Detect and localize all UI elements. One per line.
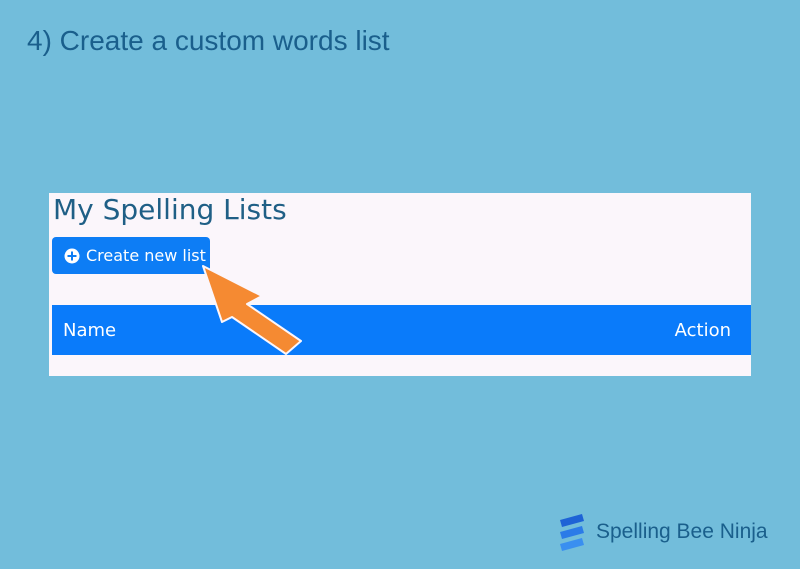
create-new-list-label: Create new list	[86, 246, 206, 265]
brand-name: Spelling Bee Ninja	[596, 520, 768, 543]
create-new-list-button[interactable]: Create new list	[52, 237, 210, 274]
step-title: 4) Create a custom words list	[27, 25, 390, 56]
spelling-bee-ninja-logo-icon	[560, 514, 584, 551]
column-header-name: Name	[63, 319, 117, 341]
page-title: My Spelling Lists	[53, 193, 287, 226]
spelling-lists-panel: My Spelling Lists Create new list Name A…	[49, 193, 751, 376]
table-header: Name Action	[52, 305, 751, 355]
column-header-action: Action	[674, 319, 731, 341]
plus-circle-icon	[64, 248, 80, 263]
brand: Spelling Bee Ninja	[556, 512, 768, 552]
